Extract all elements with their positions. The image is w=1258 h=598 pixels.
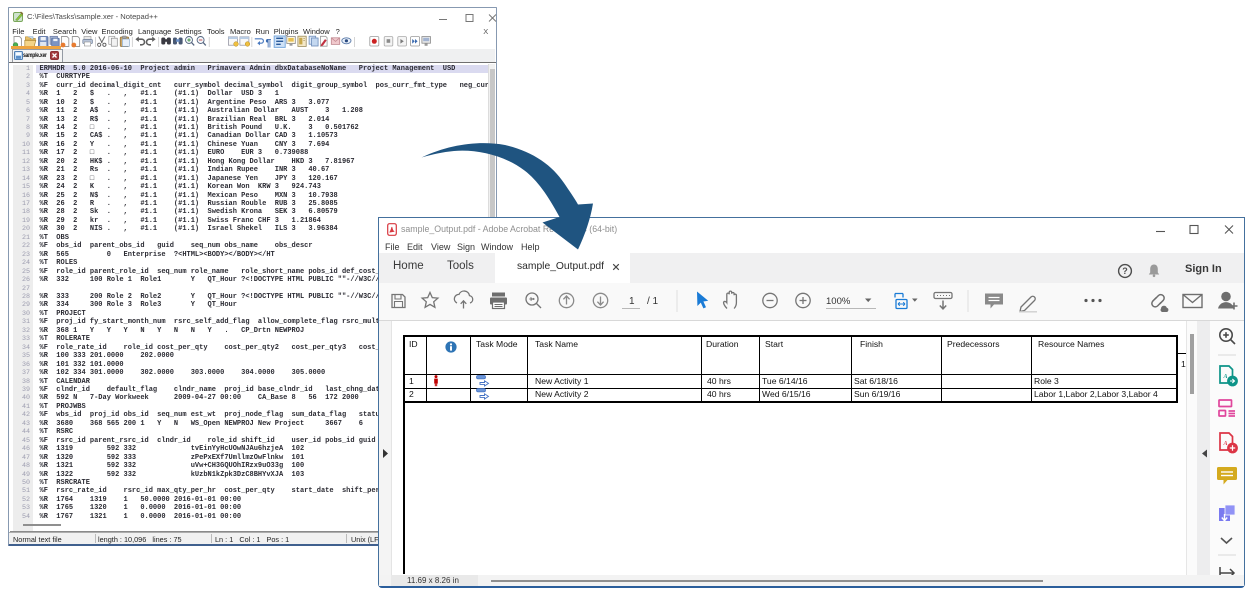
svg-text:A: A — [1223, 441, 1228, 447]
svg-text:/ 1: / 1 — [647, 296, 659, 307]
svg-text:¶: ¶ — [266, 37, 272, 49]
svg-text:100%: 100% — [826, 296, 851, 307]
svg-text:A: A — [1223, 374, 1228, 380]
svg-text:1: 1 — [629, 296, 635, 307]
svg-text:?: ? — [1122, 266, 1128, 276]
